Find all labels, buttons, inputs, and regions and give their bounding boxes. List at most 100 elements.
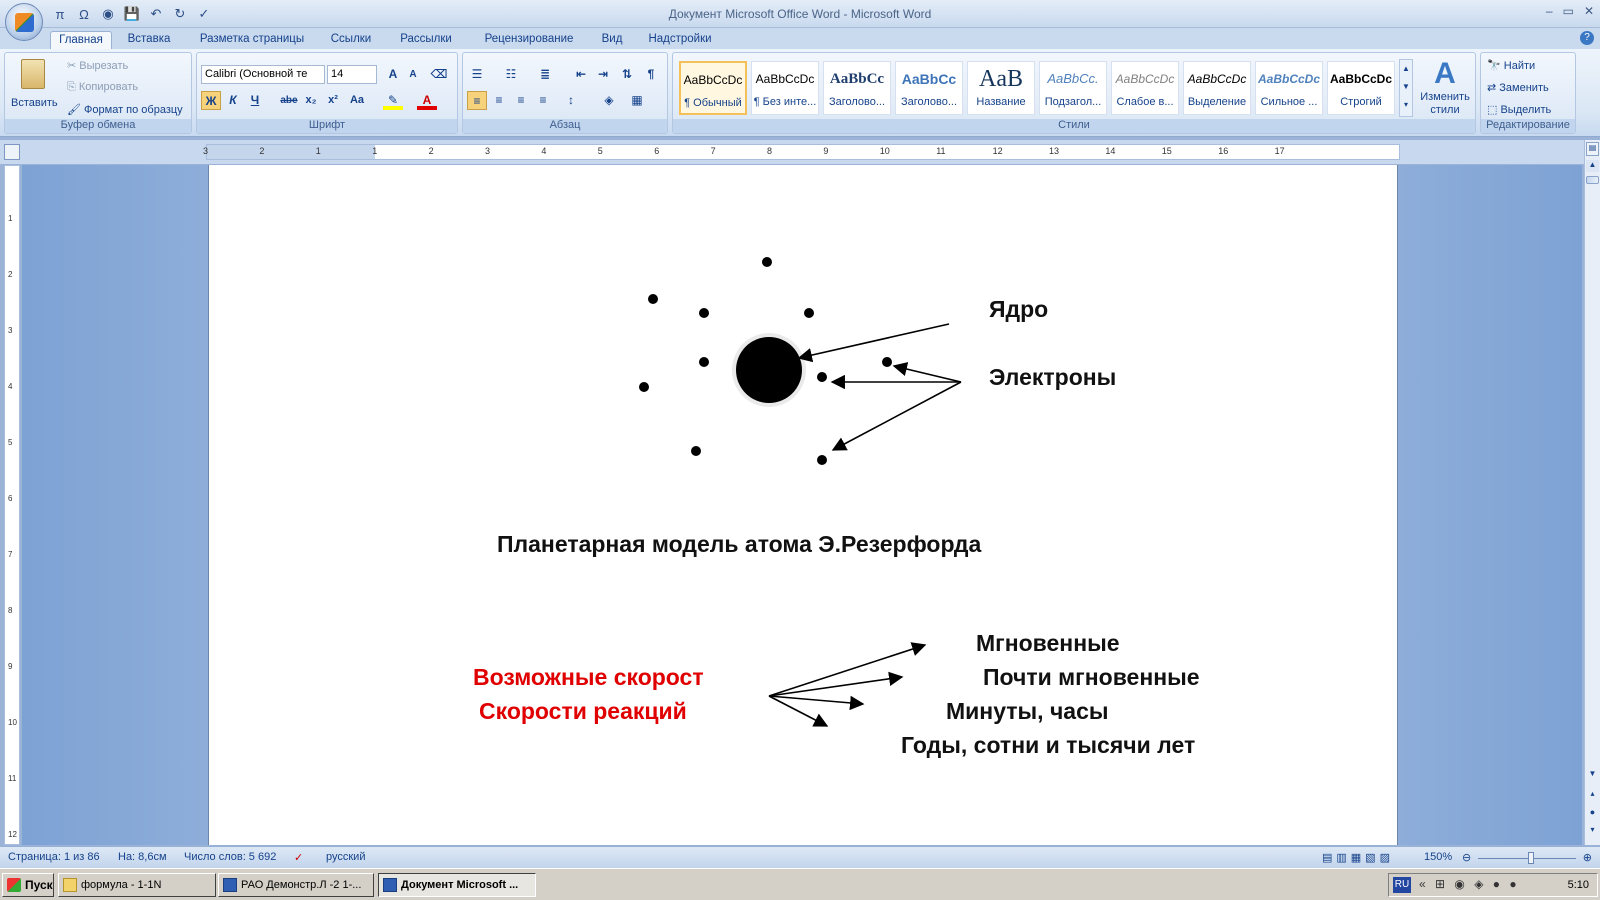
scroll-up-button[interactable]: ▲ [1586,160,1599,172]
shrink-font-button[interactable]: A [403,65,423,84]
tab-addins[interactable]: Надстройки [640,31,720,50]
taskbar-item-folder[interactable]: формула - 1-1N [58,873,216,897]
borders-icon[interactable]: ▦ [627,91,647,110]
taskbar-item-word[interactable]: Документ Microsoft ... [378,873,536,897]
language-indicator[interactable]: RU [1393,877,1411,893]
ruler-number: 8 [8,606,13,615]
ruler-number: 9 [8,662,13,671]
word-doc-icon [383,878,397,892]
scroll-thumb[interactable] [1586,176,1599,184]
zoom-slider[interactable]: ⊖ ⊕ [1462,851,1592,865]
zoom-in-icon[interactable]: ⊕ [1583,851,1592,864]
start-button[interactable]: Пуск [2,873,54,897]
zoom-out-icon[interactable]: ⊖ [1462,851,1471,864]
numbering-icon[interactable]: ☷ [501,65,521,84]
horizontal-ruler[interactable]: 3 2 1 1 2 3 4 5 6 7 8 9 10 11 12 13 14 15 16 17 [203,144,1400,160]
style-heading1[interactable]: AaBbCc Заголово... [823,61,891,115]
ruler-number: 2 [8,270,13,279]
shading-icon[interactable]: ◈ [599,91,619,110]
speed-instant: Мгновенные [976,630,1120,656]
close-button[interactable]: ✕ [1584,4,1594,18]
tab-view[interactable]: Вид [592,31,632,50]
tray-icons[interactable]: « ⊞ ◉ ◈ ● ● [1419,877,1520,891]
ruler-number: 10 [8,718,17,727]
style-no-spacing[interactable]: AaBbCcDc ¶ Без инте... [751,61,819,115]
folder-icon [63,878,77,892]
minimize-button[interactable]: – [1546,4,1553,18]
zoom-level[interactable]: 150% [1424,851,1452,863]
multilevel-list-icon[interactable]: ≣ [535,65,555,84]
align-right-icon[interactable]: ≡ [511,91,531,110]
copy-button[interactable]: ⎘ Копировать [67,81,138,94]
superscript-button[interactable]: x² [323,91,343,110]
status-language[interactable]: русский [326,851,365,863]
style-strong[interactable]: AaBbCcDc Строгий [1327,61,1395,115]
justify-icon[interactable]: ≡ [533,91,553,110]
next-page-icon[interactable]: ▾ [1586,825,1599,837]
decrease-indent-icon[interactable]: ⇤ [571,65,591,84]
font-color-icon[interactable]: A [417,91,437,110]
font-size-combo[interactable]: 14 [327,65,377,84]
pilcrow-icon[interactable]: ¶ [641,65,661,84]
clipboard-group-label: Буфер обмена [5,119,191,133]
status-words[interactable]: Число слов: 5 692 [184,851,276,863]
increase-indent-icon[interactable]: ⇥ [593,65,613,84]
maximize-button[interactable]: ▭ [1563,4,1574,18]
style-subtle-emphasis[interactable]: AaBbCcDc Слабое в... [1111,61,1179,115]
tab-mailings[interactable]: Рассылки [390,31,462,50]
window-title: Документ Microsoft Office Word - Microso… [668,7,932,21]
select-button[interactable]: ⬚ Выделить [1487,103,1551,116]
style-normal[interactable]: AaBbCcDc ¶ Обычный [679,61,747,115]
proofing-icon[interactable]: ✓ [294,851,303,864]
style-title[interactable]: AaB Название [967,61,1035,115]
taskbar-item-presentation[interactable]: РАО Демонстр.Л -2 1-... [218,873,374,897]
style-subtitle[interactable]: AaBbCc. Подзагол... [1039,61,1107,115]
style-heading2[interactable]: AaBbCc Заголово... [895,61,963,115]
strikethrough-button[interactable]: abe [279,91,299,110]
status-page[interactable]: Страница: 1 из 86 [8,851,100,863]
replace-button[interactable]: ⇄ Заменить [1487,81,1549,94]
styles-group-label: Стили [673,119,1475,133]
office-button[interactable] [5,3,43,41]
tab-selector[interactable] [4,144,20,160]
highlight-icon[interactable]: ✎ [383,91,403,110]
align-left-icon[interactable]: ≡ [467,91,487,110]
line-spacing-icon[interactable]: ↕ [561,91,581,110]
browse-object-icon[interactable]: ● [1586,807,1599,819]
change-styles-button[interactable]: A Изменить стили [1417,57,1473,119]
style-intense-emphasis[interactable]: AaBbCcDc Сильное ... [1255,61,1323,115]
vertical-scrollbar[interactable]: ▤ ▲ ▼ ▴ ● ▾ [1584,140,1600,845]
tab-home[interactable]: Главная [50,31,112,50]
subscript-button[interactable]: x₂ [301,91,321,110]
align-center-icon[interactable]: ≡ [489,91,509,110]
underline-button[interactable]: Ч [245,91,265,110]
view-buttons[interactable]: ▤▥▦▧▨ [1322,851,1394,864]
taskbar: Пуск формула - 1-1N РАО Демонстр.Л -2 1-… [0,868,1600,900]
style-emphasis[interactable]: AaBbCcDc Выделение [1183,61,1251,115]
zoom-thumb[interactable] [1528,852,1534,864]
bullets-icon[interactable]: ☰ [467,65,487,84]
tab-page-layout[interactable]: Разметка страницы [188,31,316,50]
grow-font-button[interactable]: A [383,65,403,84]
document-page[interactable]: Ядро Электроны Планетарная модель атома … [208,165,1398,845]
vertical-ruler[interactable]: 1 2 3 4 5 6 7 8 9 10 11 12 [4,165,20,845]
help-icon[interactable]: ? [1580,31,1594,45]
font-name-combo[interactable]: Calibri (Основной те [201,65,325,84]
bold-button[interactable]: Ж [201,91,221,110]
status-position[interactable]: На: 8,6см [118,851,167,863]
ruler-toggle-icon[interactable]: ▤ [1586,142,1599,156]
tab-insert[interactable]: Вставка [118,31,180,50]
find-button[interactable]: 🔭 Найти [1487,59,1535,72]
tab-references[interactable]: Ссылки [320,31,382,50]
clear-format-icon[interactable]: ⌫ [429,65,449,84]
format-painter-button[interactable]: 🖌 Формат по образцу [67,103,183,116]
scroll-down-button[interactable]: ▼ [1586,769,1599,781]
cut-button[interactable]: ✂ Вырезать [67,59,128,72]
styles-scroll[interactable]: ▲ ▼ ▾ [1399,59,1413,117]
change-case-button[interactable]: Aa [347,91,367,110]
italic-button[interactable]: К [223,91,243,110]
previous-page-icon[interactable]: ▴ [1586,789,1599,801]
paste-button[interactable]: Вставить [11,57,58,117]
tab-review[interactable]: Рецензирование [470,31,588,50]
sort-icon[interactable]: ⇅ [617,65,637,84]
